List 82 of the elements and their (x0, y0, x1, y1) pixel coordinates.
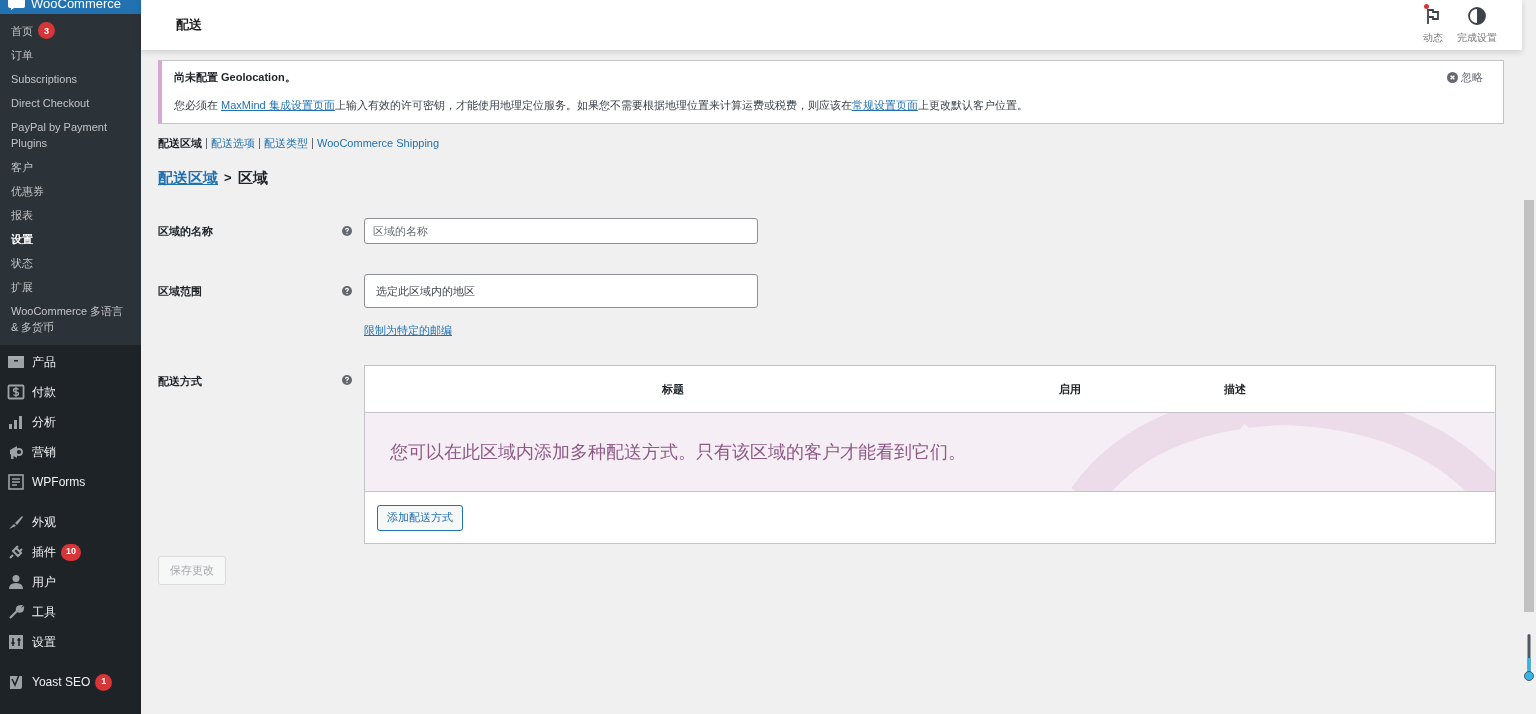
menu-item-label: 用户 (32, 574, 56, 591)
menu-item[interactable]: 营销 (0, 437, 141, 467)
submenu-item[interactable]: 客户 (0, 155, 141, 179)
menu-item-label: Yoast SEO (32, 674, 91, 691)
notice-message: 您必须在 MaxMind 集成设置页面上输入有效的许可密钥，才能使用地理定位服务。如果您不需要根据地理位置来计算运费或税费，则应该在常规设置页面上更改默认客户位置。 (174, 97, 1029, 113)
thermometer-icon (1524, 634, 1534, 682)
half-circle-icon (1467, 5, 1487, 26)
breadcrumb-link[interactable]: 配送区域 (158, 166, 218, 189)
field-label: 区域的名称 (158, 223, 214, 239)
column-header: 描述 (1223, 381, 1247, 397)
notice-title: 尚未配置 Geolocation。 (174, 70, 296, 85)
breadcrumb-separator: > (224, 169, 232, 187)
menu-item[interactable]: 工具 (0, 597, 141, 627)
notice-link[interactable]: 常规设置页面 (851, 98, 918, 111)
woo-logo-icon (8, 0, 25, 10)
count-badge: 1 (95, 673, 113, 691)
menu-item[interactable]: 分析 (0, 407, 141, 437)
box-icon (7, 353, 25, 371)
field-label: 配送方式 (158, 374, 203, 389)
submenu-item[interactable]: Direct Checkout (0, 91, 141, 115)
count-badge: 10 (61, 543, 81, 561)
dollar-icon (7, 383, 25, 401)
subtab[interactable]: 配送类型 (264, 135, 308, 152)
y-logo-icon (7, 673, 25, 691)
help-icon[interactable] (342, 226, 352, 236)
menu-item-label: 付款 (32, 384, 56, 401)
menu-item-label: 设置 (32, 634, 56, 651)
breadcrumb-current: 区域 (237, 167, 268, 188)
zone-name-field[interactable]: 区域的名称 (364, 218, 758, 244)
menu-item-label: 外观 (32, 514, 56, 531)
submenu-item[interactable]: 订单 (0, 43, 141, 67)
empty-state-message: 您可以在此区域内添加多种配送方式。只有该区域的客户才能看到它们。 (390, 440, 966, 464)
megaphone-icon (7, 443, 25, 461)
menu-item[interactable]: 产品 (0, 347, 141, 377)
submenu-item[interactable]: WooCommerce 多语言 & 多货币 (0, 299, 141, 339)
notice-link[interactable]: MaxMind 集成设置页面 (221, 98, 335, 111)
help-icon[interactable] (342, 375, 352, 385)
subtab[interactable]: 配送选项 (211, 135, 255, 152)
menu-item[interactable]: 设置 (0, 627, 141, 657)
submenu-item[interactable]: Subscriptions (0, 67, 141, 91)
postcode-link[interactable]: 限制为特定的邮编 (364, 324, 452, 336)
close-icon (1447, 71, 1458, 83)
menu-item-label: 营销 (32, 444, 56, 461)
submenu-item[interactable]: PayPal by Payment Plugins (0, 115, 141, 155)
count-badge: 3 (38, 22, 55, 39)
menu-item[interactable]: WPForms (0, 467, 141, 497)
menu-item-label: 插件 (32, 544, 56, 561)
subtab[interactable]: WooCommerce Shipping (317, 135, 440, 152)
submenu-item-label: 首页 (11, 23, 33, 39)
wrench-icon (7, 603, 25, 621)
submenu-item[interactable]: 设置 (0, 227, 141, 251)
menu-item-label: 分析 (32, 414, 56, 431)
add-shipping-method-button[interactable]: 添加配送方式 (377, 504, 463, 531)
submenu-item[interactable]: 首页 3 (0, 18, 141, 43)
dismiss-button[interactable]: 忽略 (1447, 69, 1483, 86)
submenu-item[interactable]: 扩展 (0, 275, 141, 299)
field-label: 区域范围 (158, 283, 203, 299)
menu-item-label: 产品 (32, 354, 56, 371)
user-icon (7, 573, 25, 591)
page-title: 配送 (176, 16, 202, 35)
menu-item-label: 工具 (32, 604, 56, 621)
menu-item[interactable]: 付款 (0, 377, 141, 407)
menu-item-label: WPForms (32, 474, 86, 491)
menu-item[interactable]: 插件 10 (0, 537, 141, 567)
submenu-item[interactable]: 报表 (0, 203, 141, 227)
menu-item[interactable]: 用户 (0, 567, 141, 597)
help-icon[interactable] (342, 286, 352, 296)
bar-chart-icon (7, 413, 25, 431)
column-header: 启用 (1058, 381, 1082, 397)
menu-item[interactable]: Yoast SEO 1 (0, 667, 141, 697)
subtab[interactable]: 配送区域 (158, 135, 202, 152)
submenu-item[interactable]: 状态 (0, 251, 141, 275)
header-action[interactable]: 动态 (1423, 5, 1443, 45)
menu-item[interactable]: 外观 (0, 507, 141, 537)
scrollbar-thumb[interactable] (1524, 200, 1534, 612)
sliders-icon (7, 633, 25, 651)
zone-regions-field[interactable]: 选定此区域内的地区 (364, 274, 758, 308)
plug-icon (7, 543, 25, 561)
form-icon (7, 473, 25, 491)
column-header: 标题 (660, 381, 685, 397)
header-action[interactable]: 完成设置 (1457, 5, 1497, 45)
submenu-item[interactable]: 优惠券 (0, 179, 141, 203)
